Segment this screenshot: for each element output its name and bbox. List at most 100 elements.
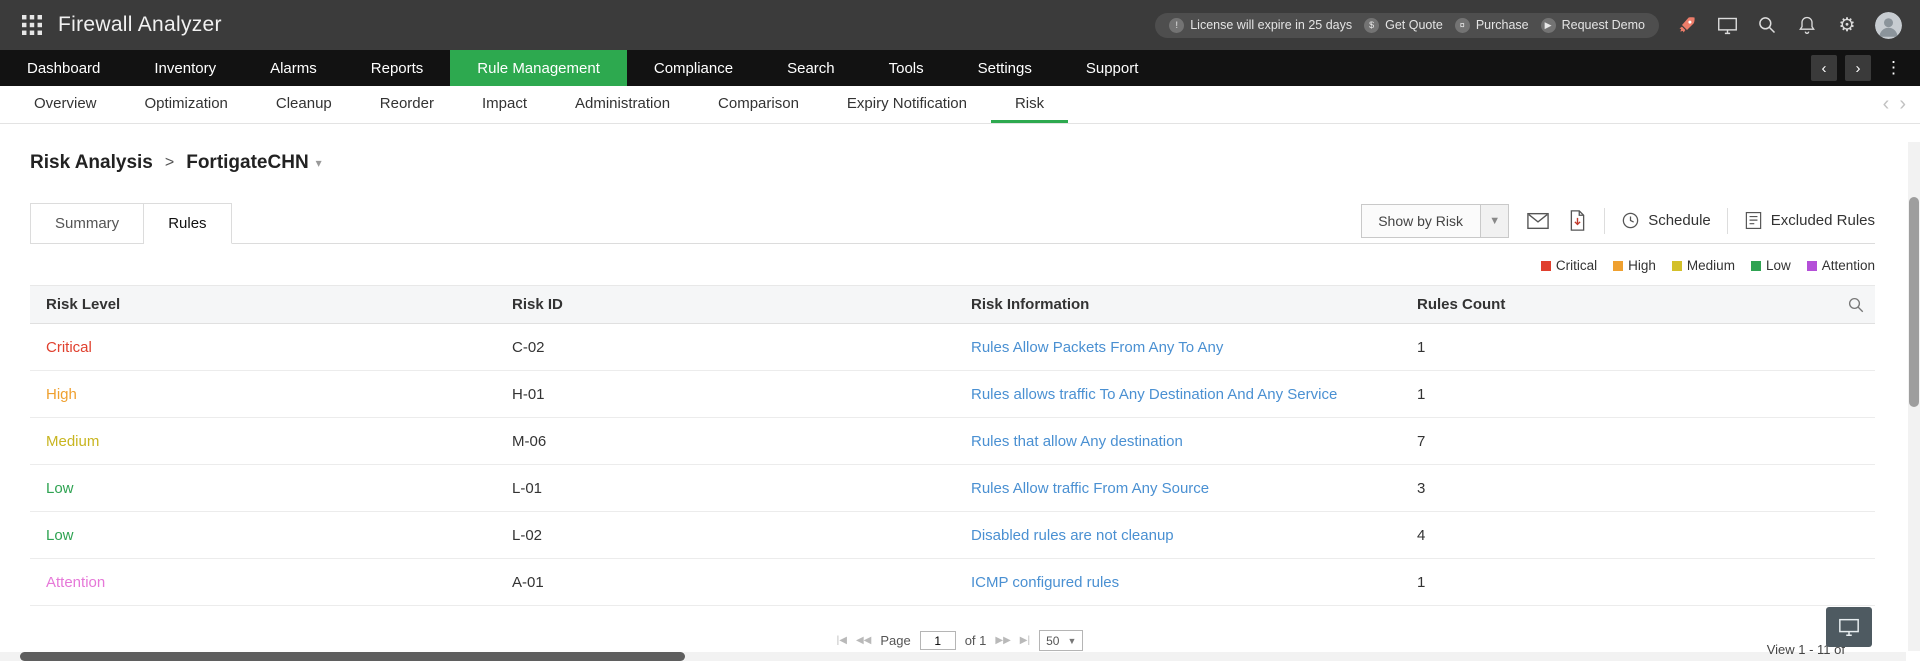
search-icon[interactable]: [1755, 13, 1779, 37]
subnav-scroll-left-icon[interactable]: ‹: [1883, 93, 1890, 116]
prev-page-icon[interactable]: ◀◀: [856, 635, 871, 646]
subnav-impact[interactable]: Impact: [458, 86, 551, 123]
legend-item-medium: Medium: [1672, 258, 1735, 273]
last-page-icon[interactable]: ▶|: [1020, 635, 1030, 646]
horizontal-scrollbar-thumb[interactable]: [20, 652, 685, 661]
legend-label: Critical: [1556, 258, 1597, 273]
risk-level-cell: Medium: [30, 418, 496, 465]
page-label: Page: [880, 633, 910, 648]
risk-id-cell: M-06: [496, 418, 955, 465]
table-search-icon[interactable]: [1847, 296, 1865, 318]
risk-id-cell: L-02: [496, 512, 955, 559]
tabs: Summary Rules: [30, 203, 232, 243]
purchase-icon: ¤: [1455, 18, 1470, 33]
col-risk-level: Risk Level: [30, 286, 496, 324]
subnav-cleanup[interactable]: Cleanup: [252, 86, 356, 123]
license-expiry-badge[interactable]: ! License will expire in 25 days: [1169, 18, 1352, 33]
schedule-button[interactable]: Schedule: [1621, 211, 1711, 230]
risk-info-link[interactable]: Rules allows traffic To Any Destination …: [971, 386, 1337, 403]
table-row: Low L-01 Rules Allow traffic From Any So…: [30, 465, 1875, 512]
subnav-administration[interactable]: Administration: [551, 86, 694, 123]
app-launcher-icon[interactable]: [22, 15, 42, 35]
nav-scroll-left-icon[interactable]: ‹: [1811, 55, 1837, 81]
pdf-export-icon[interactable]: [1567, 209, 1588, 232]
device-name: FortigateCHN: [186, 152, 308, 174]
table-row: Low L-02 Disabled rules are not cleanup …: [30, 512, 1875, 559]
device-selector[interactable]: FortigateCHN ▾: [186, 152, 321, 174]
breadcrumb: Risk Analysis > FortigateCHN ▾: [0, 124, 1920, 198]
license-icon: !: [1169, 18, 1184, 33]
chevron-down-icon: ▼: [1480, 205, 1508, 237]
table-row: High H-01 Rules allows traffic To Any De…: [30, 371, 1875, 418]
legend-item-critical: Critical: [1541, 258, 1597, 273]
request-demo-label: Request Demo: [1562, 18, 1645, 32]
risk-info-link[interactable]: Disabled rules are not cleanup: [971, 527, 1174, 544]
whats-new-rocket-icon[interactable]: [1675, 13, 1699, 37]
nav-alarms[interactable]: Alarms: [243, 50, 344, 86]
page-of-label: of 1: [965, 633, 987, 648]
risk-info-link[interactable]: ICMP configured rules: [971, 574, 1119, 591]
nav-reports[interactable]: Reports: [344, 50, 451, 86]
risk-info-link[interactable]: Rules Allow Packets From Any To Any: [971, 339, 1223, 356]
vertical-scrollbar-thumb[interactable]: [1909, 197, 1919, 407]
user-avatar[interactable]: [1875, 12, 1902, 39]
request-demo-badge[interactable]: ▶ Request Demo: [1541, 18, 1645, 33]
risk-level-cell: Low: [30, 512, 496, 559]
subnav-comparison[interactable]: Comparison: [694, 86, 823, 123]
risk-id-cell: L-01: [496, 465, 955, 512]
nav-scroll-right-icon[interactable]: ›: [1845, 55, 1871, 81]
tab-rules[interactable]: Rules: [144, 203, 231, 244]
get-quote-badge[interactable]: $ Get Quote: [1364, 18, 1443, 33]
toolbar: Show by Risk ▼ Schedule: [1361, 204, 1875, 238]
nav-inventory[interactable]: Inventory: [127, 50, 243, 86]
nav-tools[interactable]: Tools: [862, 50, 951, 86]
purchase-badge[interactable]: ¤ Purchase: [1455, 18, 1529, 33]
rules-count-cell: 1: [1401, 559, 1875, 606]
main-nav: Dashboard Inventory Alarms Reports Rule …: [0, 50, 1920, 86]
monitor-icon[interactable]: [1715, 13, 1739, 37]
get-quote-label: Get Quote: [1385, 18, 1443, 32]
subnav-scroll-right-icon[interactable]: ›: [1899, 93, 1906, 116]
subnav-overview[interactable]: Overview: [10, 86, 121, 123]
table-row: Medium M-06 Rules that allow Any destina…: [30, 418, 1875, 465]
excluded-rules-button[interactable]: Excluded Rules: [1744, 211, 1875, 230]
next-page-icon[interactable]: ▶▶: [995, 635, 1010, 646]
subnav-reorder[interactable]: Reorder: [356, 86, 458, 123]
quote-icon: $: [1364, 18, 1379, 33]
purchase-label: Purchase: [1476, 18, 1529, 32]
nav-support[interactable]: Support: [1059, 50, 1166, 86]
vertical-scrollbar[interactable]: [1908, 142, 1920, 651]
risk-table: Risk Level Risk ID Risk Information Rule…: [30, 285, 1875, 606]
nav-dashboard[interactable]: Dashboard: [0, 50, 127, 86]
breadcrumb-separator: >: [165, 154, 174, 172]
top-bar: Firewall Analyzer ! License will expire …: [0, 0, 1920, 50]
toolbar-divider: [1604, 208, 1605, 234]
page-size-select[interactable]: 50 ▼: [1039, 630, 1083, 651]
email-export-icon[interactable]: [1525, 210, 1551, 232]
nav-settings[interactable]: Settings: [951, 50, 1059, 86]
show-by-value: Show by Risk: [1362, 213, 1480, 229]
tab-summary[interactable]: Summary: [31, 203, 144, 244]
nav-rule-management[interactable]: Rule Management: [450, 50, 627, 86]
notifications-bell-icon[interactable]: [1795, 13, 1819, 37]
schedule-label: Schedule: [1648, 212, 1711, 229]
nav-search[interactable]: Search: [760, 50, 862, 86]
subnav-expiry-notification[interactable]: Expiry Notification: [823, 86, 991, 123]
nav-overflow-menu-icon[interactable]: ⋮: [1879, 58, 1908, 78]
risk-info-link[interactable]: Rules Allow traffic From Any Source: [971, 480, 1209, 497]
rules-count-cell: 1: [1401, 371, 1875, 418]
subnav-optimization[interactable]: Optimization: [121, 86, 252, 123]
first-page-icon[interactable]: |◀: [837, 635, 847, 646]
show-by-select[interactable]: Show by Risk ▼: [1361, 204, 1509, 238]
subnav-risk[interactable]: Risk: [991, 86, 1068, 123]
risk-info-link[interactable]: Rules that allow Any destination: [971, 433, 1183, 450]
page-number-input[interactable]: [920, 631, 956, 650]
chevron-down-icon: ▼: [1067, 636, 1076, 646]
nav-compliance[interactable]: Compliance: [627, 50, 760, 86]
table-row: Critical C-02 Rules Allow Packets From A…: [30, 324, 1875, 371]
excluded-rules-label: Excluded Rules: [1771, 212, 1875, 229]
settings-gear-icon[interactable]: ⚙: [1835, 13, 1859, 37]
horizontal-scrollbar[interactable]: [0, 652, 1906, 661]
rules-count-cell: 4: [1401, 512, 1875, 559]
quick-console-button[interactable]: [1826, 607, 1872, 647]
